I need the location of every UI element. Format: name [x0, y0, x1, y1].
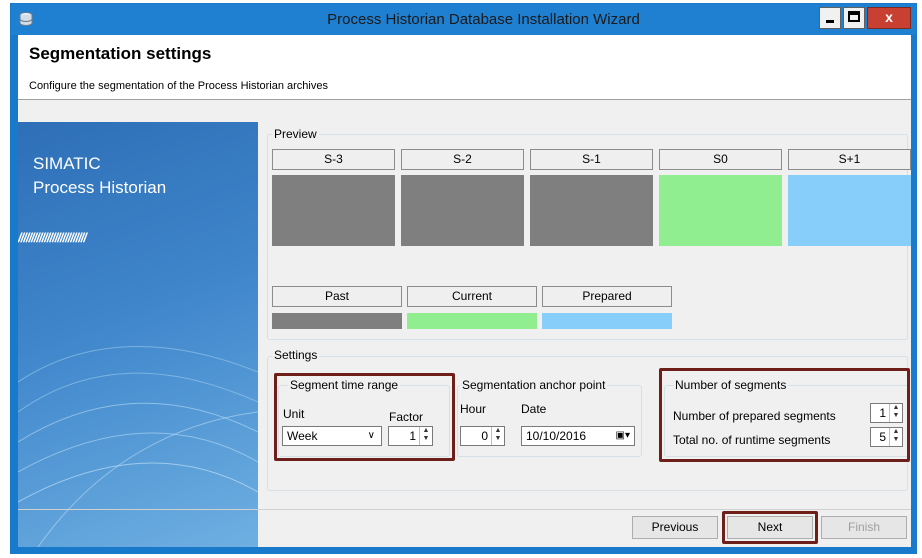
settings-label: Settings	[272, 348, 320, 362]
anchor-group	[457, 385, 642, 457]
date-value: 10/10/2016	[526, 429, 587, 443]
legend-label: Prepared	[542, 286, 672, 307]
calendar-icon[interactable]: ▣▾	[616, 427, 630, 445]
brand-panel: SIMATIC Process Historian //////////////…	[18, 122, 258, 547]
page-title: Segmentation settings	[29, 44, 212, 63]
legend-swatch	[272, 313, 402, 329]
minimize-icon	[826, 20, 834, 23]
hour-value: 0	[481, 429, 488, 443]
legend-swatch	[407, 313, 537, 329]
footer-separator	[18, 509, 911, 510]
segment-header: S-2	[401, 149, 524, 170]
close-button[interactable]: x	[867, 7, 911, 29]
spin-arrows-icon[interactable]: ▲ ▼	[491, 427, 504, 445]
preview-label: Preview	[272, 127, 319, 141]
segment-block	[272, 175, 395, 246]
window-title: Process Historian Database Installation …	[327, 11, 640, 28]
page-header: Segmentation settings Configure the segm…	[18, 35, 911, 100]
brand-line1: SIMATIC	[33, 154, 101, 173]
segment-block	[659, 175, 782, 246]
legend-label: Past	[272, 286, 402, 307]
brand-line2: Process Historian	[33, 178, 167, 197]
finish-button[interactable]: Finish	[821, 516, 907, 539]
segment-header: S-1	[530, 149, 653, 170]
segment-block	[530, 175, 653, 246]
close-icon: x	[885, 9, 893, 25]
legend-label: Current	[407, 286, 537, 307]
hour-stepper[interactable]: 0 ▲ ▼	[460, 426, 505, 446]
highlight-next	[722, 511, 818, 544]
minimize-button[interactable]	[819, 7, 841, 29]
hour-label: Hour	[460, 402, 487, 416]
segment-header: S0	[659, 149, 782, 170]
title-bar[interactable]: Process Historian Database Installation …	[11, 4, 916, 35]
anchor-label: Segmentation anchor point	[460, 378, 608, 392]
previous-button[interactable]: Previous	[632, 516, 718, 539]
page-subtitle: Configure the segmentation of the Proces…	[29, 80, 328, 92]
wizard-content: Segmentation settings Configure the segm…	[18, 35, 911, 547]
highlight-time-range	[274, 373, 455, 461]
brand-stripes: //////////////////////////	[18, 230, 87, 245]
segment-header: S-3	[272, 149, 395, 170]
maximize-icon	[848, 11, 860, 22]
highlight-segments-count	[659, 368, 910, 462]
maximize-button[interactable]	[843, 7, 865, 29]
legend-swatch	[542, 313, 672, 329]
wizard-window: Process Historian Database Installation …	[10, 3, 917, 554]
date-picker[interactable]: 10/10/2016 ▣▾	[521, 426, 635, 446]
segment-block	[401, 175, 524, 246]
segment-header: S+1	[788, 149, 911, 170]
segment-block	[788, 175, 911, 246]
date-label: Date	[521, 402, 547, 416]
